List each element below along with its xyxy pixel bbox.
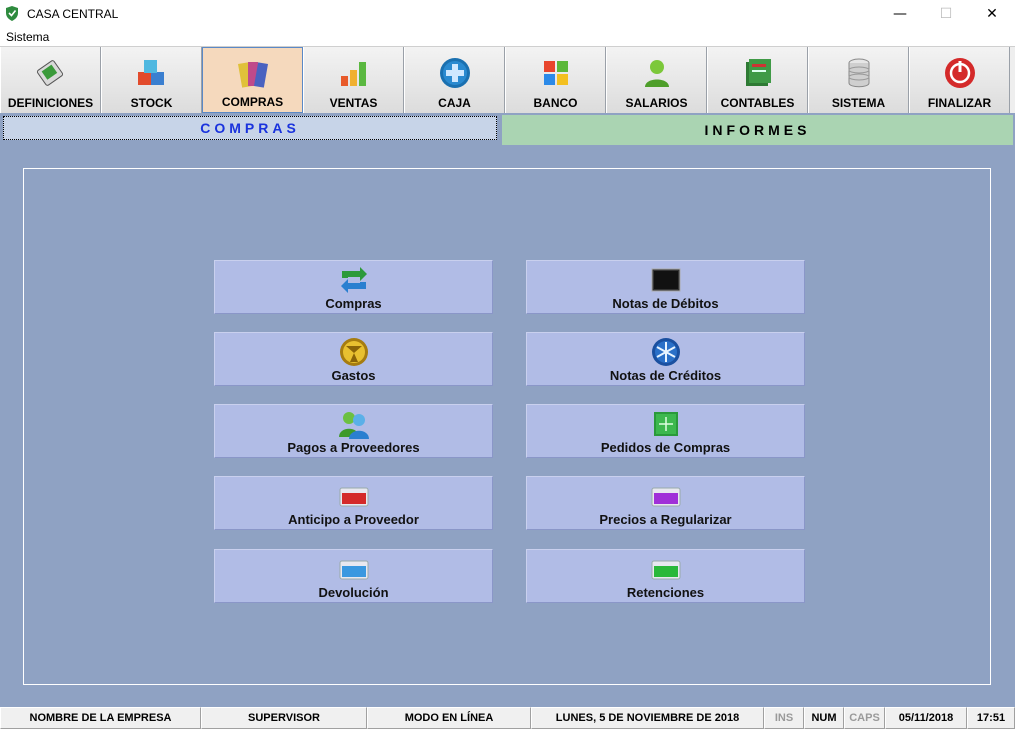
toolbar-salarios-button[interactable]: SALARIOS [606,47,707,113]
purple-folder-icon [651,487,680,507]
actions-panel: Compras Gastos Pagos a Proveedores Antic… [23,168,991,685]
toolbar-label: SALARIOS [625,96,688,110]
close-button[interactable]: ✕ [969,0,1015,27]
toolbar-label: CONTABLES [720,96,795,110]
toolbar-contables-button[interactable]: CONTABLES [707,47,808,113]
status-time: 17:51 [967,707,1015,729]
precios-regularizar-label: Precios a Regularizar [599,512,732,527]
section-tabs: COMPRAS INFORMES [0,113,1015,147]
gold-coin-icon [339,338,368,366]
users-icon [338,412,369,439]
toolbar-banco-button[interactable]: BANCO [505,47,606,113]
toolbar-sistema-button[interactable]: SISTEMA [808,47,909,113]
blue-folder-icon [339,560,368,580]
sales-chart-icon [340,62,366,86]
status-user: SUPERVISOR [201,707,367,729]
stock-icon [137,60,164,85]
menu-bar: Sistema [0,27,1015,46]
toolbar-definiciones-button[interactable]: DEFINICIONES [0,47,101,113]
devolucion-button[interactable]: Devolución [214,549,493,603]
toolbar-stock-button[interactable]: STOCK [101,47,202,113]
toolbar-label: SISTEMA [831,96,886,110]
menu-sistema[interactable]: Sistema [0,30,55,44]
toolbar-label: FINALIZAR [927,96,992,110]
retenciones-button[interactable]: Retenciones [526,549,805,603]
maximize-button[interactable]: ☐ [923,0,969,27]
pagos-proveedores-button[interactable]: Pagos a Proveedores [214,404,493,458]
bank-windows-icon [543,61,568,85]
precios-regularizar-button[interactable]: Precios a Regularizar [526,476,805,530]
cash-plus-icon [439,58,470,88]
status-num: NUM [804,707,844,729]
toolbar-label: COMPRAS [221,95,284,109]
red-folder-icon [339,487,368,507]
status-bar: NOMBRE DE LA EMPRESA SUPERVISOR MODO EN … [0,707,1015,729]
tab-informes-label: INFORMES [704,122,811,138]
status-date: 05/11/2018 [885,707,967,729]
gastos-label: Gastos [331,368,376,383]
status-mode: MODO EN LÍNEA [367,707,531,729]
refresh-arrows-icon [340,267,367,293]
devolucion-label: Devolución [318,585,389,600]
toolbar-caja-button[interactable]: CAJA [404,47,505,113]
notas-creditos-label: Notas de Créditos [609,368,722,383]
tab-compras[interactable]: COMPRAS [3,116,497,140]
toolbar-label: CAJA [438,96,471,110]
toolbar-label: VENTAS [329,96,378,110]
tab-informes[interactable]: INFORMES [502,115,1013,145]
toolbar-label: DEFINICIONES [7,96,94,110]
pagos-proveedores-label: Pagos a Proveedores [287,440,420,455]
compras-button[interactable]: Compras [214,260,493,314]
anticipo-proveedor-button[interactable]: Anticipo a Proveedor [214,476,493,530]
main-area: Compras Gastos Pagos a Proveedores Antic… [0,147,1015,707]
title-bar: CASA CENTRAL — ☐ ✕ [0,0,1015,27]
user-icon [644,60,669,87]
retenciones-label: Retenciones [626,585,705,600]
main-toolbar: DEFINICIONES STOCK COMPRAS VENTAS CAJA B… [0,46,1015,113]
monitor-icon [651,268,680,292]
toolbar-ventas-button[interactable]: VENTAS [303,47,404,113]
toolbar-label: BANCO [533,96,578,110]
toolbar-label: STOCK [130,96,173,110]
status-ins: INS [764,707,804,729]
purchases-icon [237,62,268,88]
minimize-button[interactable]: — [877,0,923,27]
status-caps: CAPS [844,707,885,729]
definitions-icon [36,60,63,86]
toolbar-compras-button[interactable]: COMPRAS [202,47,303,113]
pedidos-compras-button[interactable]: Pedidos de Compras [526,404,805,458]
snowflake-icon [651,338,680,366]
green-folder-icon [651,560,680,580]
notas-creditos-button[interactable]: Notas de Créditos [526,332,805,386]
status-company: NOMBRE DE LA EMPRESA [0,707,201,729]
gastos-button[interactable]: Gastos [214,332,493,386]
window-title: CASA CENTRAL [27,6,119,21]
green-box-icon [653,412,678,436]
pedidos-compras-label: Pedidos de Compras [600,440,731,455]
compras-label: Compras [325,296,382,311]
ledger-icon [745,59,771,86]
anticipo-proveedor-label: Anticipo a Proveedor [288,512,419,527]
notas-debitos-label: Notas de Débitos [612,296,719,311]
database-icon [848,58,869,88]
tab-compras-label: COMPRAS [200,120,300,136]
status-long-date: LUNES, 5 DE NOVIEMBRE DE 2018 [531,707,764,729]
toolbar-finalizar-button[interactable]: FINALIZAR [909,47,1010,113]
power-icon [944,58,975,88]
shield-icon [6,6,18,21]
notas-debitos-button[interactable]: Notas de Débitos [526,260,805,314]
